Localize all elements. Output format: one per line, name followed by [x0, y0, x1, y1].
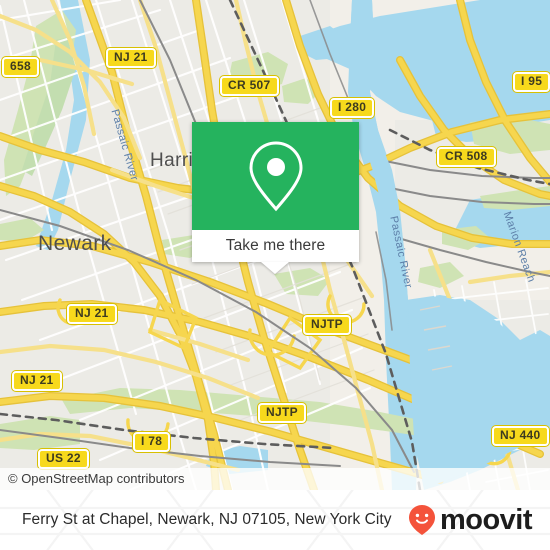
route-shield-nj21-top[interactable]: NJ 21 — [106, 48, 156, 68]
moovit-wordmark: moovit — [439, 503, 533, 536]
page-footer: Ferry St at Chapel, Newark, NJ 07105, Ne… — [0, 490, 550, 550]
popup-icon-area — [192, 122, 359, 230]
moovit-brand[interactable]: moovit — [405, 503, 533, 537]
map-canvas[interactable]: .land{fill:#f2efe9;} .urban{fill:#ecebe6… — [0, 0, 550, 490]
take-me-there-button[interactable]: Take me there — [192, 230, 359, 262]
station-address-text: Ferry St at Chapel, Newark, NJ 07105, Ne… — [22, 511, 392, 528]
moovit-pin-smiley-icon — [408, 505, 435, 535]
route-shield-cr508[interactable]: CR 508 — [437, 147, 496, 167]
route-shield-us22[interactable]: US 22 — [38, 449, 89, 469]
route-shield-i78[interactable]: I 78 — [133, 432, 171, 452]
moovit-station-map-page: .land{fill:#f2efe9;} .urban{fill:#ecebe6… — [0, 0, 550, 550]
map-pin-icon — [192, 122, 359, 230]
route-shield-nj440[interactable]: NJ 440 — [492, 426, 549, 446]
route-shield-nj21-low[interactable]: NJ 21 — [12, 371, 62, 391]
route-shield-njtp-upper[interactable]: NJTP — [303, 315, 351, 335]
route-shield-i95[interactable]: I 95 — [513, 72, 550, 92]
station-popup-card[interactable]: Take me there — [192, 122, 359, 274]
osm-attribution-text: © OpenStreetMap contributors — [8, 471, 185, 486]
take-me-there-label: Take me there — [225, 237, 326, 254]
route-shield-nj21-mid[interactable]: NJ 21 — [67, 304, 117, 324]
route-shield-njtp-lower[interactable]: NJTP — [258, 403, 306, 423]
route-shield-cr507[interactable]: CR 507 — [220, 76, 279, 96]
popup-tail — [261, 262, 289, 274]
map-attribution-bar: © OpenStreetMap contributors — [0, 468, 550, 490]
map-pin-icon-glyph — [248, 141, 303, 212]
route-shield-i280[interactable]: I 280 — [330, 98, 375, 118]
route-shield-658[interactable]: 658 — [2, 57, 39, 77]
